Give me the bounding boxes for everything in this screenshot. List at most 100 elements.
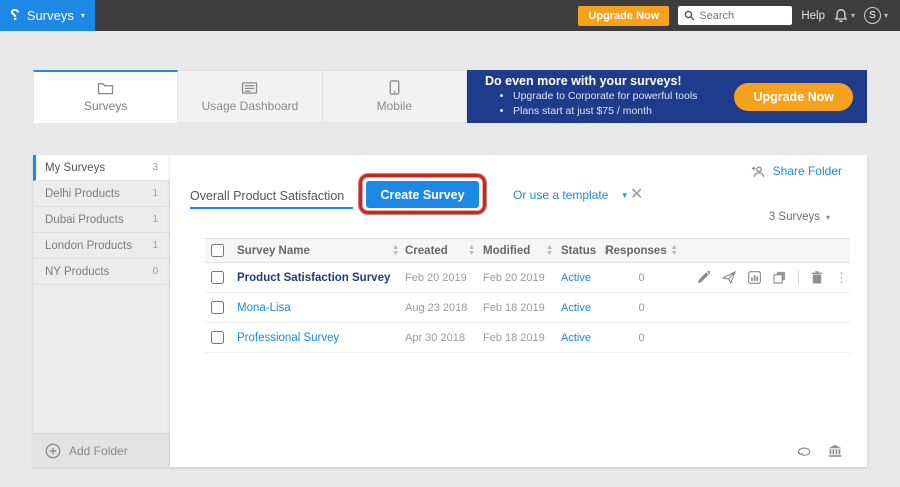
survey-name-input[interactable] <box>190 185 353 209</box>
tab-label: Usage Dashboard <box>202 99 299 113</box>
product-menu[interactable]: ? Surveys ▾ <box>0 0 95 31</box>
sort-icon[interactable]: ▲▼ <box>392 245 399 256</box>
add-folder-label: Add Folder <box>69 444 128 458</box>
sort-icon[interactable]: ▲▼ <box>468 245 475 256</box>
share-folder-label: Share Folder <box>773 164 842 178</box>
folder-label: NY Products <box>45 266 109 278</box>
chevron-down-icon: ▾ <box>622 190 627 201</box>
sidebar-item-delhi-products[interactable]: Delhi Products 1 <box>33 181 170 207</box>
folders-sidebar: My Surveys 3 Delhi Products 1 Dubai Prod… <box>33 155 170 467</box>
search-input[interactable] <box>699 10 786 22</box>
folder-icon <box>97 81 114 95</box>
plus-circle-icon <box>45 443 61 459</box>
search-icon <box>684 10 695 21</box>
column-header: Survey Name <box>237 245 310 257</box>
promo-bullets: Upgrade to Corporate for powerful tools … <box>485 89 697 118</box>
responses-count: 0 <box>638 272 644 284</box>
sort-icon[interactable]: ▲▼ <box>671 245 678 256</box>
restore-icon[interactable] <box>796 445 812 457</box>
created-date: Feb 20 2019 <box>405 272 467 284</box>
folder-count: 1 <box>152 188 158 199</box>
surveys-count-label: 3 Surveys <box>769 211 820 223</box>
row-checkbox[interactable] <box>211 331 224 344</box>
created-date: Apr 30 2018 <box>405 332 465 344</box>
upgrade-now-button[interactable]: Upgrade Now <box>578 6 669 26</box>
help-link[interactable]: Help <box>801 10 825 22</box>
status-badge[interactable]: Active <box>561 332 591 344</box>
panel-footer-icons <box>796 444 842 458</box>
brand-logo-icon: ? <box>10 7 20 25</box>
promo-upgrade-button[interactable]: Upgrade Now <box>734 83 853 111</box>
more-options-icon[interactable]: ⋮ <box>835 270 848 286</box>
table-header-row: Survey Name ▲▼ Created ▲▼ Modified ▲▼ St… <box>205 238 850 263</box>
responses-count: 0 <box>638 302 644 314</box>
promo-bullet: Plans start at just $75 / month <box>513 104 697 119</box>
surveys-count-dropdown[interactable]: 3 Surveys ▾ <box>769 211 830 223</box>
share-folder-button[interactable]: Share Folder <box>751 164 842 178</box>
promo-title: Do even more with your surveys! <box>485 74 697 88</box>
create-survey-button[interactable]: Create Survey <box>366 181 479 208</box>
table-row: Professional Survey Apr 30 2018 Feb 18 2… <box>205 323 850 353</box>
bell-icon <box>834 8 848 23</box>
tab-mobile[interactable]: Mobile <box>323 70 467 123</box>
sort-icon[interactable]: ▲▼ <box>546 245 553 256</box>
report-chart-icon[interactable] <box>748 271 761 284</box>
survey-name-link[interactable]: Product Satisfaction Survey <box>237 272 390 284</box>
table-row: Mona-Lisa Aug 23 2018 Feb 18 2019 Active… <box>205 293 850 323</box>
mobile-icon <box>389 80 400 95</box>
tab-usage-dashboard[interactable]: Usage Dashboard <box>178 70 322 123</box>
use-template-label: Or use a template <box>513 188 608 202</box>
select-all-checkbox[interactable] <box>211 244 224 257</box>
use-template-link[interactable]: Or use a template ▾ <box>513 188 627 202</box>
product-menu-label: Surveys <box>27 8 74 23</box>
edit-icon[interactable] <box>697 271 710 284</box>
row-checkbox[interactable] <box>211 301 224 314</box>
folder-label: Delhi Products <box>45 188 120 200</box>
chevron-down-icon: ▾ <box>884 11 888 20</box>
promo-banner: Do even more with your surveys! Upgrade … <box>467 70 867 123</box>
archive-bank-icon[interactable] <box>828 444 842 458</box>
delete-icon[interactable] <box>811 271 823 284</box>
actions-divider <box>798 270 799 286</box>
account-menu[interactable]: S ▾ <box>864 7 888 24</box>
add-person-icon <box>751 165 767 178</box>
notifications-menu[interactable]: ▾ <box>834 8 855 23</box>
promo-bullet: Upgrade to Corporate for powerful tools <box>513 89 697 104</box>
modified-date: Feb 20 2019 <box>483 272 545 284</box>
send-icon[interactable] <box>722 271 736 284</box>
sidebar-item-dubai-products[interactable]: Dubai Products 1 <box>33 207 170 233</box>
modified-date: Feb 18 2019 <box>483 302 545 314</box>
chevron-down-icon: ▾ <box>851 11 855 20</box>
avatar: S <box>864 7 881 24</box>
column-header: Modified <box>483 245 530 257</box>
tab-label: Mobile <box>377 99 412 113</box>
sidebar-item-my-surveys[interactable]: My Surveys 3 <box>33 155 170 181</box>
folder-label: My Surveys <box>45 162 105 174</box>
status-badge[interactable]: Active <box>561 272 591 284</box>
created-date: Aug 23 2018 <box>405 302 467 314</box>
copy-icon[interactable] <box>773 271 786 284</box>
column-header: Status <box>561 245 596 257</box>
folder-count: 1 <box>152 240 158 251</box>
tab-surveys[interactable]: Surveys <box>33 70 178 123</box>
section-tabs: Surveys Usage Dashboard Mobile <box>33 70 467 123</box>
surveys-table: Survey Name ▲▼ Created ▲▼ Modified ▲▼ St… <box>205 238 850 353</box>
folder-count: 1 <box>152 214 158 225</box>
survey-name-link[interactable]: Professional Survey <box>237 332 339 344</box>
status-badge[interactable]: Active <box>561 302 591 314</box>
column-header: Created <box>405 245 448 257</box>
top-bar: ? Surveys ▾ Upgrade Now Help <box>0 0 900 31</box>
add-folder-button[interactable]: Add Folder <box>33 433 170 467</box>
folder-label: Dubai Products <box>45 214 124 226</box>
search-box[interactable] <box>678 6 792 25</box>
survey-name-link[interactable]: Mona-Lisa <box>237 302 291 314</box>
row-checkbox[interactable] <box>211 271 224 284</box>
dashboard-icon <box>241 81 258 95</box>
chevron-down-icon: ▾ <box>81 11 85 20</box>
row-actions: ⋮ <box>673 270 850 286</box>
folder-count: 0 <box>152 266 158 277</box>
app-root: ? Surveys ▾ Upgrade Now Help <box>0 0 900 487</box>
close-icon[interactable]: ✕ <box>630 184 643 204</box>
sidebar-item-ny-products[interactable]: NY Products 0 <box>33 259 170 285</box>
sidebar-item-london-products[interactable]: London Products 1 <box>33 233 170 259</box>
